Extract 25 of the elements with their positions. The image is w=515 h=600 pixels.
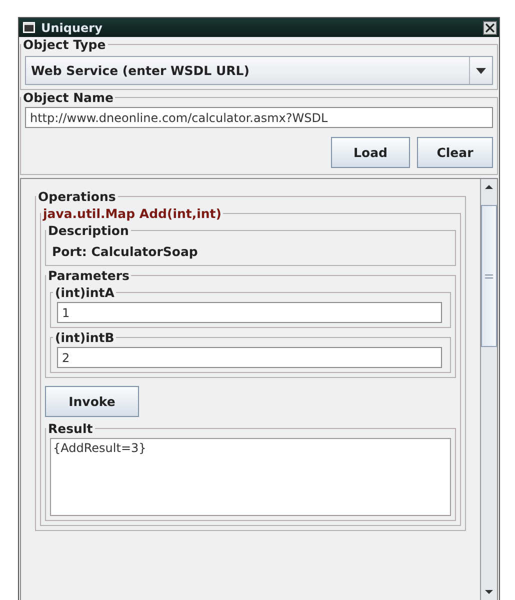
invoke-button[interactable]: Invoke bbox=[45, 386, 139, 417]
parameter-field[interactable]: 2 bbox=[57, 347, 442, 368]
close-icon[interactable] bbox=[483, 20, 497, 34]
caret-icon bbox=[476, 68, 486, 74]
load-button[interactable]: Load bbox=[331, 137, 410, 168]
clear-button[interactable]: Clear bbox=[417, 137, 493, 168]
window-icon bbox=[23, 22, 35, 33]
operation-signature: java.util.Map Add(int,int) bbox=[42, 206, 222, 221]
parameter-field[interactable]: 1 bbox=[57, 302, 442, 323]
grip-icon bbox=[485, 274, 493, 278]
parameter-label: (int)intB bbox=[54, 330, 116, 345]
group-label: Object Type bbox=[22, 37, 107, 52]
object-type-dropdown[interactable]: Web Service (enter WSDL URL) bbox=[25, 56, 493, 85]
group-label: Object Name bbox=[22, 90, 114, 105]
group-label: Operations bbox=[37, 189, 117, 204]
group-label: Description bbox=[47, 223, 130, 238]
url-field[interactable]: http://www.dneonline.com/calculator.asmx?WSDL bbox=[25, 107, 493, 128]
scrollbar[interactable] bbox=[480, 179, 497, 600]
result-area: {AddResult=3} bbox=[50, 438, 451, 516]
parameter-label: (int)intA bbox=[54, 285, 116, 300]
group-label: Result bbox=[47, 421, 94, 436]
description-text: Port: CalculatorSoap bbox=[51, 243, 199, 261]
window-title: Uniquery bbox=[41, 20, 104, 34]
group-label: Parameters bbox=[47, 268, 130, 283]
scroll-thumb[interactable] bbox=[481, 205, 497, 347]
